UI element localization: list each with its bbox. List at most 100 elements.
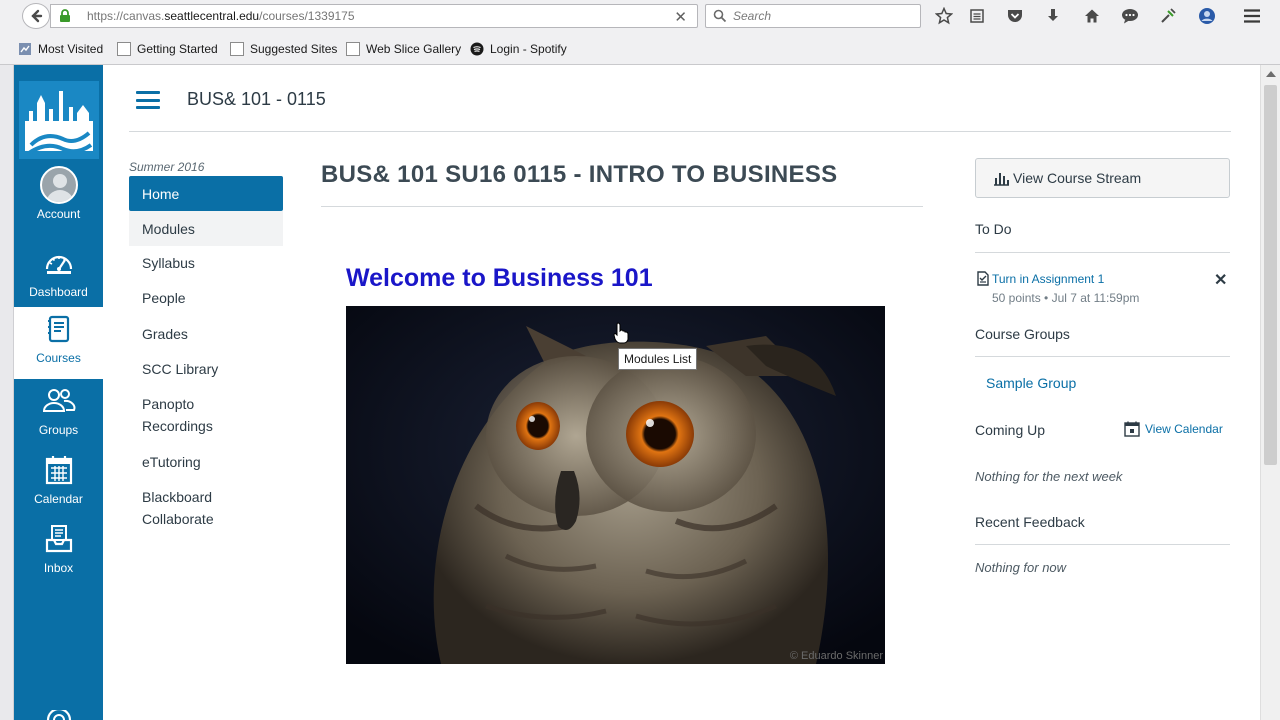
bookmark-getting-started[interactable]: Getting Started xyxy=(117,42,218,56)
url-bar[interactable]: https://canvas.seattlecentral.edu/course… xyxy=(50,4,698,28)
browser-chrome: https://canvas.seattlecentral.edu/course… xyxy=(0,0,1280,65)
course-nav-syllabus[interactable]: Syllabus xyxy=(129,252,283,274)
bar-chart-icon xyxy=(994,173,1009,186)
calendar-icon xyxy=(39,450,79,490)
course-nav-grades[interactable]: Grades xyxy=(129,323,283,345)
title-divider xyxy=(321,206,923,207)
inbox-icon xyxy=(39,519,79,559)
chat-icon[interactable] xyxy=(1119,5,1141,27)
bookmark-suggested-sites[interactable]: Suggested Sites xyxy=(230,42,337,56)
groups-icon xyxy=(39,381,79,421)
course-nav-home[interactable]: Home xyxy=(129,176,283,211)
help-icon[interactable] xyxy=(46,710,72,720)
course-nav-scc-library[interactable]: SCC Library xyxy=(129,358,283,380)
bookmark-login-spotify[interactable]: Login - Spotify xyxy=(470,42,567,56)
bookmark-web-slice-gallery[interactable]: Web Slice Gallery xyxy=(346,42,461,56)
search-input[interactable]: Search xyxy=(705,4,921,28)
feedback-divider xyxy=(975,544,1230,545)
page-title: BUS& 101 SU16 0115 - INTRO TO BUSINESS xyxy=(321,161,838,188)
coming-up-heading: Coming Up xyxy=(975,422,1046,438)
clear-url-icon[interactable]: ✕ xyxy=(674,8,687,26)
account-sync-icon[interactable] xyxy=(1196,5,1218,27)
avatar-icon xyxy=(39,166,78,204)
pocket-icon[interactable] xyxy=(1004,5,1026,27)
course-nav-etutoring[interactable]: eTutoring xyxy=(129,451,283,473)
stream-button-label: View Course Stream xyxy=(1013,170,1142,186)
download-icon[interactable] xyxy=(1042,5,1064,27)
feedback-empty: Nothing for now xyxy=(975,560,1067,575)
spotify-icon xyxy=(470,42,484,56)
avatar xyxy=(39,165,79,205)
course-nav-people[interactable]: People xyxy=(129,287,283,309)
hand-cursor-icon xyxy=(613,322,629,344)
todo-item-meta: 50 points • Jul 7 at 11:59pm xyxy=(992,291,1140,305)
coming-up-empty: Nothing for the next week xyxy=(975,469,1123,484)
assignment-icon xyxy=(977,271,989,286)
seattle-central-logo[interactable] xyxy=(19,81,99,159)
global-nav-inbox[interactable]: Inbox xyxy=(14,519,103,587)
url-prefix: https://canvas. xyxy=(87,9,165,23)
todo-divider xyxy=(975,252,1230,253)
bookmark-label: Login - Spotify xyxy=(490,42,567,56)
recent-feedback-heading: Recent Feedback xyxy=(975,514,1085,530)
owl-illustration xyxy=(346,306,885,664)
url-text: https://canvas.seattlecentral.edu/course… xyxy=(87,9,355,23)
tooltip: Modules List xyxy=(618,348,698,370)
bookmark-label: Most Visited xyxy=(38,42,104,56)
browser-menu-icon[interactable] xyxy=(1241,5,1263,27)
url-domain: seattlecentral.edu xyxy=(164,9,260,23)
todo-heading: To Do xyxy=(975,221,1012,237)
search-placeholder: Search xyxy=(733,9,772,23)
window-left-edge xyxy=(0,65,14,720)
page-icon xyxy=(346,42,360,56)
welcome-heading: Welcome to Business 101 xyxy=(346,264,653,292)
bookmark-star-icon[interactable] xyxy=(933,5,955,27)
dismiss-todo-icon[interactable]: ✕ xyxy=(1214,270,1227,290)
course-nav-blackboard-collaborate[interactable]: Blackboard Collaborate xyxy=(129,486,283,530)
todo-item-link[interactable]: Turn in Assignment 1 xyxy=(992,272,1104,286)
calendar-small-icon xyxy=(1124,421,1140,437)
back-arrow-icon xyxy=(31,9,43,23)
course-term: Summer 2016 xyxy=(129,160,205,174)
owl-image: © Eduardo Skinner xyxy=(346,306,885,664)
global-nav-account[interactable]: Account xyxy=(14,165,103,233)
bookmark-label: Getting Started xyxy=(137,42,218,56)
global-navigation: Account Dashboard Courses Groups Calenda… xyxy=(14,65,103,720)
reader-list-icon[interactable] xyxy=(966,5,988,27)
developer-tools-icon[interactable] xyxy=(1157,5,1179,27)
bookmarks-toolbar: Most Visited Getting Started Suggested S… xyxy=(0,38,1280,62)
lock-icon xyxy=(59,8,75,24)
course-nav-panopto-recordings[interactable]: Panopto Recordings xyxy=(129,393,283,437)
bookmark-label: Web Slice Gallery xyxy=(366,42,462,56)
vertical-scrollbar[interactable] xyxy=(1260,65,1280,720)
view-calendar-link[interactable]: View Calendar xyxy=(1124,421,1223,437)
page-icon xyxy=(117,42,131,56)
course-nav-modules[interactable]: Modules xyxy=(129,211,283,246)
global-nav-label: Courses xyxy=(36,351,81,365)
home-icon[interactable] xyxy=(1081,5,1103,27)
view-course-stream-button[interactable]: View Course Stream xyxy=(975,158,1230,198)
bookmark-label: Suggested Sites xyxy=(250,42,338,56)
group-link-sample[interactable]: Sample Group xyxy=(986,375,1076,391)
bookmark-most-visited[interactable]: Most Visited xyxy=(18,42,103,56)
scroll-thumb[interactable] xyxy=(1264,85,1277,465)
global-nav-calendar[interactable]: Calendar xyxy=(14,450,103,518)
groups-divider xyxy=(975,356,1230,357)
image-credit: © Eduardo Skinner xyxy=(789,650,883,662)
course-menu-hamburger-icon[interactable] xyxy=(136,91,160,109)
dashboard-icon xyxy=(39,243,79,283)
most-visited-icon xyxy=(19,43,31,55)
global-nav-label: Dashboard xyxy=(29,285,88,299)
global-nav-label: Inbox xyxy=(43,561,74,575)
back-button[interactable] xyxy=(22,3,50,29)
breadcrumb-course[interactable]: BUS& 101 - 0115 xyxy=(187,89,326,110)
global-nav-groups[interactable]: Groups xyxy=(14,381,103,449)
scroll-up-arrow[interactable] xyxy=(1266,71,1276,77)
global-nav-dashboard[interactable]: Dashboard xyxy=(14,243,103,311)
global-nav-label: Calendar xyxy=(34,492,83,506)
search-icon xyxy=(713,9,727,23)
course-groups-heading: Course Groups xyxy=(975,326,1070,342)
global-nav-courses[interactable]: Courses xyxy=(14,307,103,379)
courses-icon xyxy=(39,309,79,349)
header-divider xyxy=(129,131,1231,132)
